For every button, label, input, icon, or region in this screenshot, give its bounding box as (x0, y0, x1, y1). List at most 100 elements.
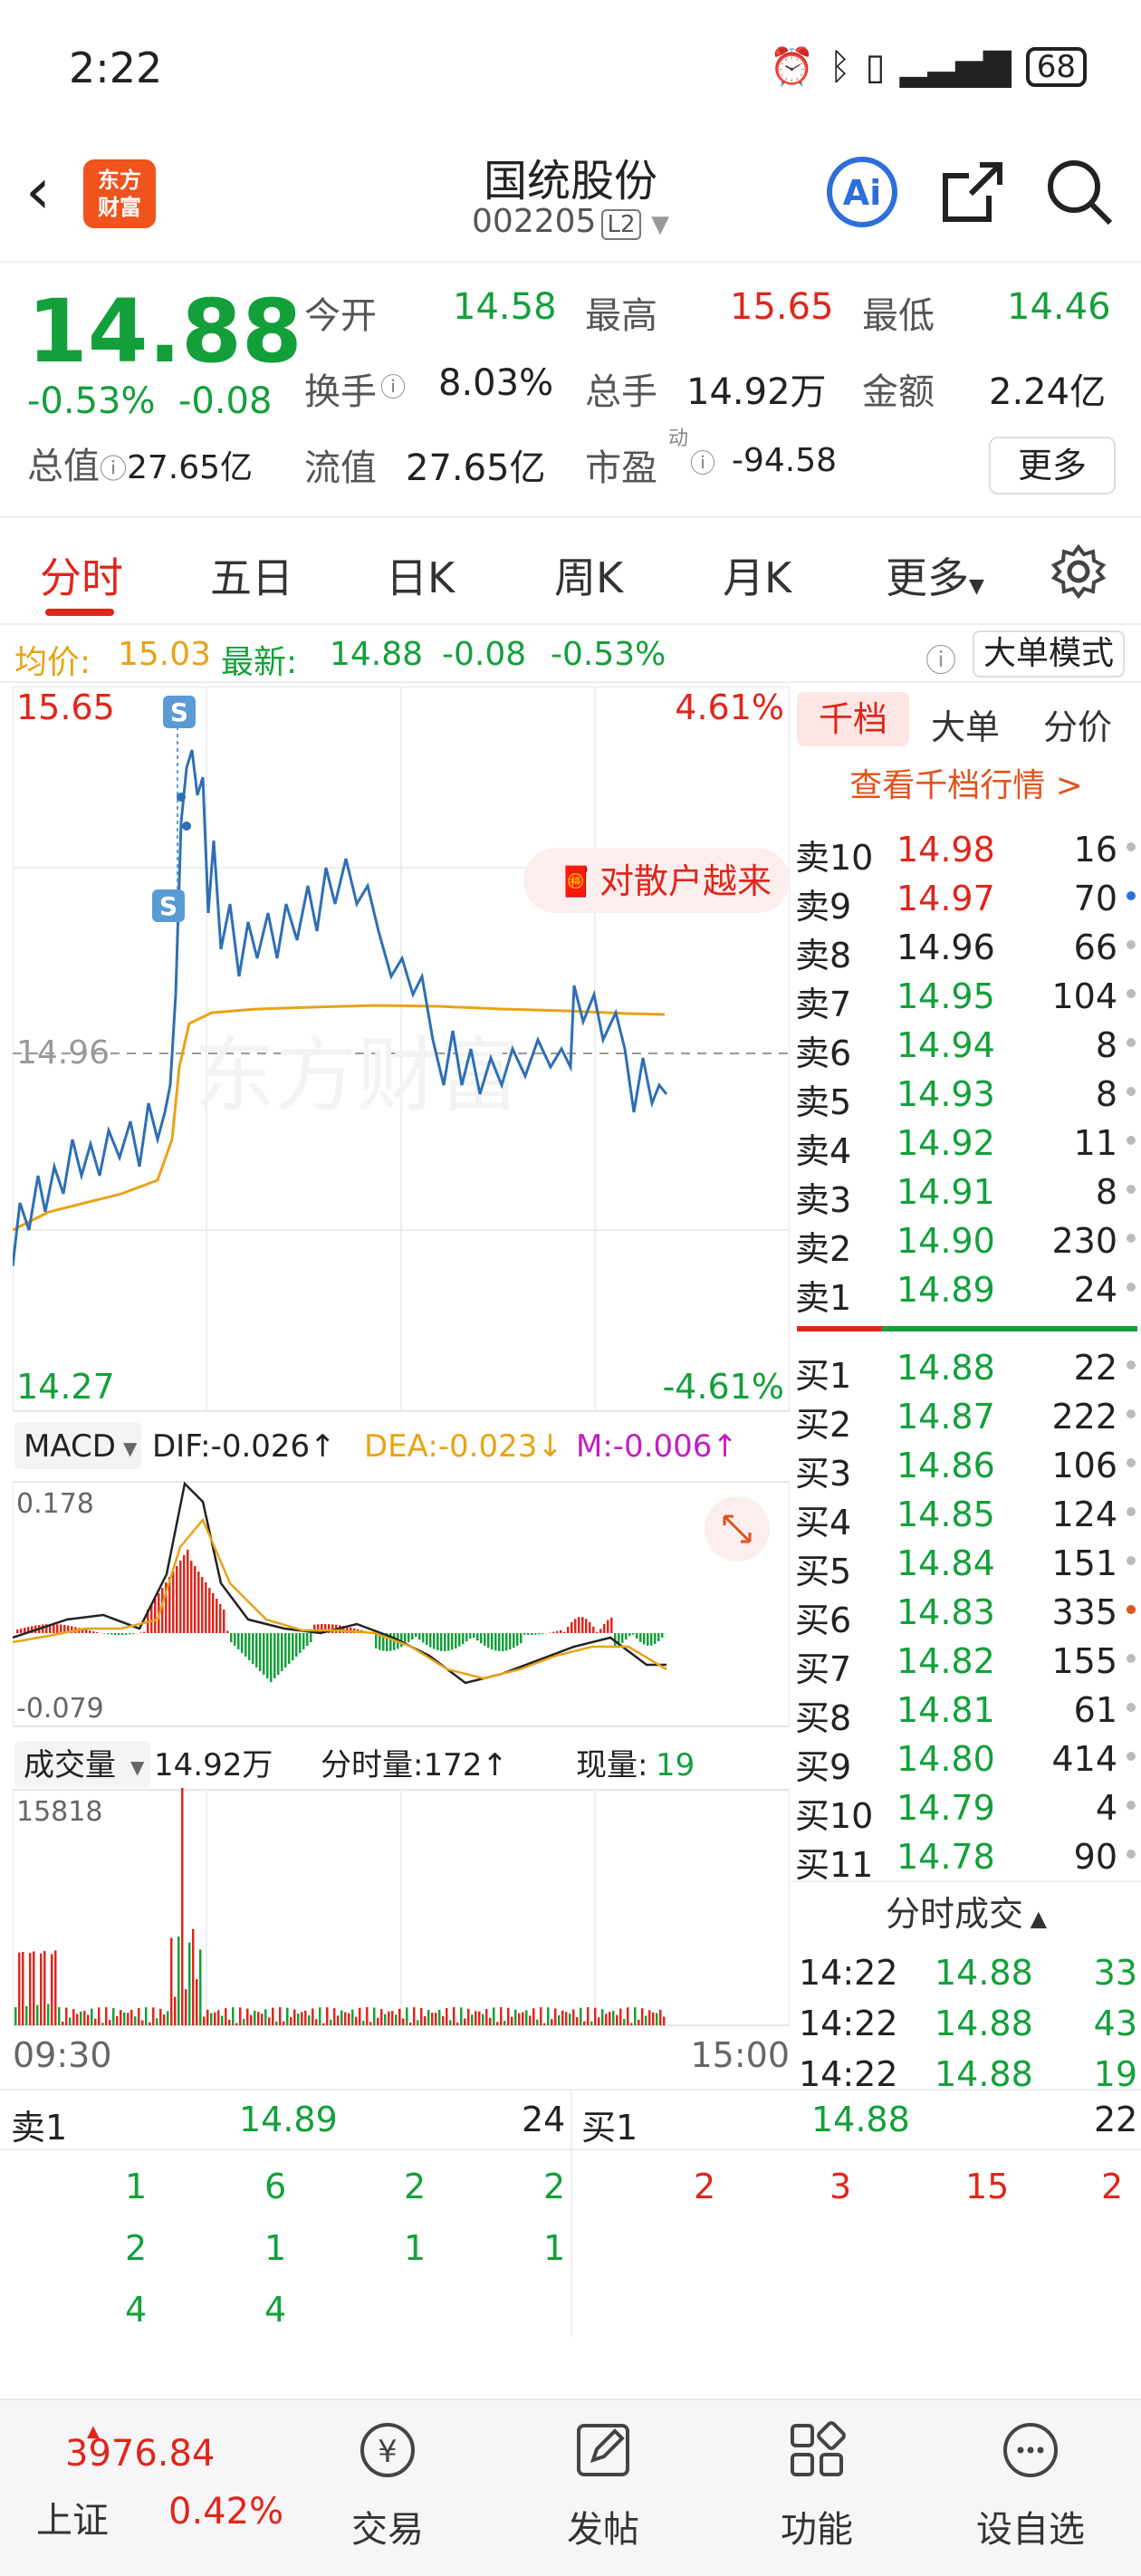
nav-post[interactable]: 发帖 (540, 2418, 666, 2552)
macd-min-label: -0.079 (16, 1693, 104, 1725)
svg-text:S: S (159, 891, 177, 921)
sell-row[interactable]: 卖1 14.89 24 (791, 1270, 1141, 1319)
buy-row[interactable]: 买11 14.78 90 (791, 1837, 1141, 1886)
volume-bar (105, 2007, 108, 2025)
buy-row[interactable]: 买10 14.79 4 (791, 1788, 1141, 1837)
tab-intraday[interactable]: 分时 (40, 545, 123, 605)
volume-bar (489, 2017, 492, 2025)
order-price: 14.87 (896, 1397, 995, 1437)
share-icon[interactable] (935, 154, 1011, 230)
view-levels-link[interactable]: 查看千档行情 > (791, 759, 1141, 806)
order-label: 买8 (795, 1698, 852, 1738)
sell-row[interactable]: 卖6 14.94 8 (791, 1025, 1141, 1074)
volume-bar (449, 2020, 452, 2025)
help-icon[interactable]: ⓘ (925, 636, 956, 680)
dropdown-icon: ▼ (650, 211, 669, 238)
sell-row[interactable]: 卖7 14.95 104 (791, 976, 1141, 1025)
tab-thousand-levels[interactable]: 千档 (797, 692, 909, 746)
queue-buy-item: 15 (965, 2167, 1010, 2206)
minute-volume: 分时量:172↑ (321, 1747, 508, 1783)
macd-bar (172, 1572, 175, 1633)
volume-bar (116, 2015, 119, 2025)
buy-row[interactable]: 买8 14.81 61 (791, 1690, 1141, 1739)
search-icon[interactable] (1041, 154, 1117, 230)
edit-icon (577, 2424, 629, 2476)
tab-weekly-k[interactable]: 周K (554, 545, 623, 605)
tick-price: 14.88 (935, 2004, 1033, 2043)
volume-bar (543, 2023, 546, 2025)
info-icon[interactable]: ⓘ (380, 368, 406, 404)
nav-trade[interactable]: ¥ 交易 (324, 2418, 451, 2552)
buy-row[interactable]: 买1 14.88 22 (791, 1348, 1141, 1397)
buy-row[interactable]: 买2 14.87 222 (791, 1397, 1141, 1446)
intraday-chart[interactable]: 东方财富 S S 15.65 4.61% 14.96 14.27 -4.61% … (11, 686, 791, 2089)
collapse-icon: ▲ (1022, 1906, 1048, 1931)
svg-text:Ai: Ai (843, 173, 881, 213)
macd-bar (563, 1631, 566, 1633)
settings-icon[interactable] (1050, 543, 1107, 600)
macd-bar (107, 1633, 110, 1635)
order-price: 14.89 (896, 1270, 995, 1310)
order-dot (1127, 1185, 1136, 1194)
tab-daily-k[interactable]: 日K (386, 545, 455, 605)
queue-buy-qty: 22 (1094, 2100, 1138, 2139)
sell-row[interactable]: 卖2 14.90 230 (791, 1221, 1141, 1270)
dea-value: DEA:-0.023↓ (364, 1428, 563, 1465)
order-qty: 414 (1051, 1739, 1117, 1779)
info-icon[interactable]: ⓘ (690, 444, 715, 480)
macd-bar (487, 1633, 490, 1648)
volume-bar (293, 2009, 296, 2025)
buy-row[interactable]: 买5 14.84 151 (791, 1543, 1141, 1592)
macd-bar (643, 1633, 646, 1645)
volume-bar (188, 1942, 191, 2025)
buy-row[interactable]: 买4 14.85 124 (791, 1495, 1141, 1543)
sell-row[interactable]: 卖9 14.97 70 (791, 879, 1141, 928)
volume-bar (141, 2020, 144, 2025)
macd-bar (411, 1633, 414, 1640)
nav-functions[interactable]: 功能 (753, 2418, 880, 2552)
macd-bar (248, 1633, 251, 1660)
buy-row[interactable]: 买7 14.82 155 (791, 1641, 1141, 1690)
alarm-icon: ⏰ (769, 46, 815, 88)
sell-row[interactable]: 卖3 14.91 8 (791, 1172, 1141, 1221)
macd-bar (266, 1633, 269, 1678)
sell-row[interactable]: 卖5 14.93 8 (791, 1074, 1141, 1123)
volume-bar (51, 1954, 53, 2025)
sell-row[interactable]: 卖10 14.98 16 (791, 830, 1141, 879)
buy-row[interactable]: 买3 14.86 106 (791, 1446, 1141, 1495)
quote-panel: 14.88 -0.53% -0.08 总值ⓘ27.65亿 今开 14.58 最高… (0, 264, 1141, 511)
volume-bar (351, 2009, 354, 2025)
tab-big-orders[interactable]: 大单 (931, 699, 1000, 749)
volume-bar (22, 1951, 24, 2025)
sell-row[interactable]: 卖8 14.96 66 (791, 928, 1141, 976)
volume-bar (565, 2012, 568, 2025)
pct-min-label: -4.61% (663, 1367, 784, 1407)
volume-bar (518, 2013, 521, 2025)
index-name[interactable]: 上证 (36, 2491, 109, 2543)
tick-time: 14:22 (799, 1953, 898, 1993)
latest-price: 14.88 (330, 636, 424, 673)
tab-more[interactable]: 更多▼ (886, 545, 984, 605)
volume-bar (112, 2008, 115, 2025)
volume-bar (645, 2015, 647, 2025)
macd-bar (639, 1633, 642, 1642)
ai-icon[interactable]: Ai (824, 154, 900, 230)
more-button[interactable]: 更多 (989, 437, 1116, 495)
volume-bar (297, 2014, 300, 2025)
svg-text:S: S (170, 697, 188, 727)
order-price: 14.88 (896, 1348, 995, 1388)
nav-add-watchlist[interactable]: 设自选 (967, 2418, 1094, 2552)
volume-bar (605, 2014, 608, 2025)
buy-row[interactable]: 买6 14.83 335 (791, 1592, 1141, 1641)
tick-trades-header[interactable]: 分时成交 ▲ (791, 1886, 1141, 1936)
tab-monthly-k[interactable]: 月K (723, 545, 791, 605)
buy-row[interactable]: 买9 14.80 414 (791, 1739, 1141, 1788)
volume-bar (246, 2008, 249, 2025)
volume-bar (109, 2020, 111, 2025)
macd-bar (552, 1631, 555, 1633)
big-order-mode-button[interactable]: 大单模式 (973, 630, 1126, 678)
tab-price-distribution[interactable]: 分价 (1043, 699, 1112, 749)
tab-five-day[interactable]: 五日 (210, 545, 293, 605)
volume-bar (417, 2020, 419, 2025)
sell-row[interactable]: 卖4 14.92 11 (791, 1123, 1141, 1172)
